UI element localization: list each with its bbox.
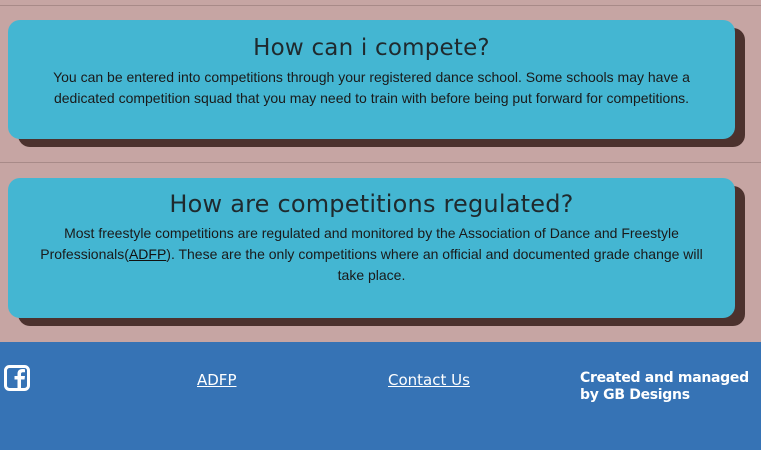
regulation-body-end: ). These are the only competitions where… (166, 246, 703, 283)
credit-name: GB Designs (603, 387, 690, 403)
footer-link-adfp[interactable]: ADFP (197, 371, 237, 389)
regulation-card-title: How are competitions regulated? (169, 190, 574, 218)
facebook-icon[interactable] (4, 365, 30, 391)
regulation-info-card: How are competitions regulated? Most fre… (8, 178, 735, 318)
site-footer: ADFP Contact Us Created and managed by G… (0, 342, 761, 450)
divider-middle (0, 162, 761, 163)
regulation-card-body: Most freestyle competitions are regulate… (8, 223, 735, 286)
divider-top (0, 5, 761, 6)
compete-card-body: You can be entered into competitions thr… (53, 69, 690, 106)
footer-link-contact[interactable]: Contact Us (388, 371, 470, 389)
compete-info-card: How can i compete? You can be entered in… (8, 20, 735, 139)
footer-credit: Created and managed by GB Designs (580, 370, 761, 404)
compete-card-title: How can i compete? (253, 35, 490, 61)
adfp-inline-link[interactable]: ADFP (129, 246, 166, 262)
